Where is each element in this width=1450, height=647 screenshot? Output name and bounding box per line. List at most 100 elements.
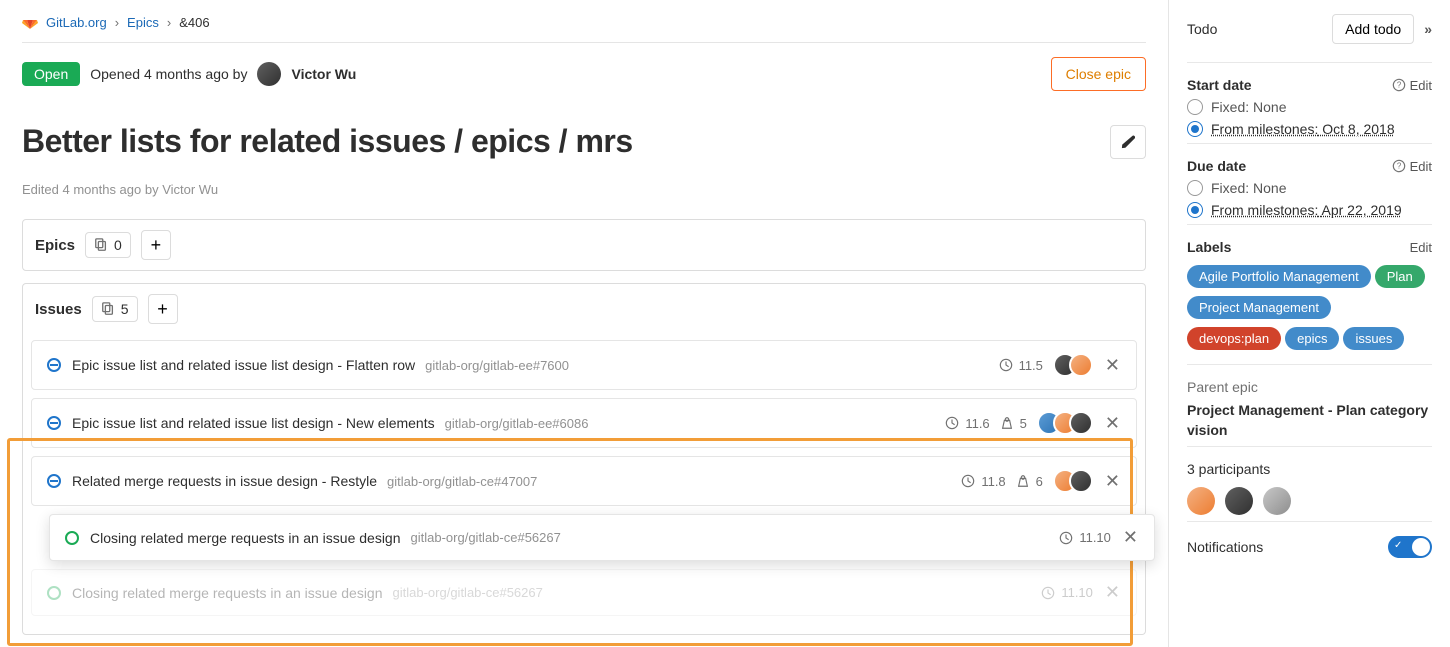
- author-link[interactable]: Victor Wu: [291, 66, 356, 82]
- issue-ref: gitlab-org/gitlab-ce#47007: [387, 474, 537, 489]
- due-date-fixed-radio[interactable]: Fixed: None: [1187, 180, 1432, 196]
- radio-icon: [1187, 180, 1203, 196]
- labels-label: Labels: [1187, 239, 1231, 255]
- notifications-toggle[interactable]: ✓: [1388, 536, 1432, 558]
- close-epic-button[interactable]: Close epic: [1051, 57, 1146, 91]
- participants-label: 3 participants: [1187, 461, 1432, 477]
- milestone: 11.10: [1079, 530, 1111, 545]
- clock-icon: [945, 416, 959, 430]
- todo-label: Todo: [1187, 21, 1217, 37]
- issue-confidential-icon: [46, 473, 62, 489]
- issue-row[interactable]: Related merge requests in issue design -…: [31, 456, 1137, 506]
- parent-epic-label: Parent epic: [1187, 379, 1432, 395]
- issue-open-icon: [46, 585, 62, 601]
- label-pill[interactable]: Project Management: [1187, 296, 1331, 319]
- edit-title-button[interactable]: [1110, 125, 1146, 159]
- due-date-group: Due date ? Edit Fixed: None From milesto…: [1187, 143, 1432, 218]
- milestone: 11.10: [1061, 585, 1093, 600]
- label-pill[interactable]: epics: [1285, 327, 1339, 350]
- issue-row[interactable]: Epic issue list and related issue list d…: [31, 340, 1137, 390]
- epics-count-value: 0: [114, 237, 122, 253]
- svg-text:?: ?: [1396, 81, 1401, 90]
- collapse-sidebar-button[interactable]: »: [1424, 21, 1432, 37]
- milestone: 11.8: [981, 474, 1005, 489]
- label-pill[interactable]: issues: [1343, 327, 1404, 350]
- milestone: 11.5: [1019, 358, 1043, 373]
- assignees[interactable]: [1037, 411, 1093, 435]
- gitlab-icon: [22, 14, 38, 30]
- label-pill[interactable]: devops:plan: [1187, 327, 1281, 350]
- opened-by-text: Opened 4 months ago by: [90, 66, 247, 82]
- epics-panel-title: Epics: [35, 237, 75, 254]
- issues-list: Epic issue list and related issue list d…: [23, 334, 1145, 634]
- clock-icon: [999, 358, 1013, 372]
- issues-count: 5: [92, 296, 138, 322]
- breadcrumb-sep: ›: [167, 15, 171, 30]
- help-icon: ?: [1392, 159, 1406, 173]
- remove-issue-button[interactable]: ✕: [1103, 355, 1122, 376]
- due-date-milestones-radio[interactable]: From milestones: Apr 22, 2019: [1187, 202, 1432, 218]
- labels-list: Agile Portfolio ManagementPlan Project Ma…: [1187, 265, 1432, 358]
- status-badge: Open: [22, 62, 80, 86]
- start-date-milestones-radio[interactable]: From milestones: Oct 8, 2018: [1187, 121, 1432, 137]
- issue-open-icon: [64, 530, 80, 546]
- remove-issue-button[interactable]: ✕: [1103, 471, 1122, 492]
- issue-ref: gitlab-org/gitlab-ee#6086: [445, 416, 589, 431]
- issue-title: Related merge requests in issue design -…: [72, 473, 377, 489]
- radio-icon: [1187, 99, 1203, 115]
- edited-text: Edited 4 months ago by Victor Wu: [22, 160, 1146, 219]
- label-pill[interactable]: Agile Portfolio Management: [1187, 265, 1371, 288]
- issue-confidential-icon: [46, 357, 62, 373]
- remove-issue-button[interactable]: ✕: [1103, 413, 1122, 434]
- add-epic-button[interactable]: +: [141, 230, 171, 260]
- clock-icon: [1059, 531, 1073, 545]
- due-date-edit[interactable]: ? Edit: [1392, 159, 1432, 174]
- milestone: 11.6: [965, 416, 989, 431]
- participant-avatar[interactable]: [1263, 487, 1291, 515]
- assignees[interactable]: [1053, 469, 1093, 493]
- label-pill[interactable]: Plan: [1375, 265, 1425, 288]
- issue-title: Closing related merge requests in an iss…: [72, 585, 383, 601]
- issue-ref: gitlab-org/gitlab-ee#7600: [425, 358, 569, 373]
- participant-avatar[interactable]: [1225, 487, 1253, 515]
- add-issue-button[interactable]: +: [148, 294, 178, 324]
- participants-group: 3 participants: [1187, 446, 1432, 515]
- notifications-label: Notifications: [1187, 539, 1263, 555]
- clock-icon: [1041, 586, 1055, 600]
- help-icon: ?: [1392, 78, 1406, 92]
- breadcrumb-epic-ref: &406: [179, 15, 209, 30]
- start-date-edit[interactable]: ? Edit: [1392, 78, 1432, 93]
- start-date-fixed-radio[interactable]: Fixed: None: [1187, 99, 1432, 115]
- labels-edit[interactable]: Edit: [1410, 240, 1432, 255]
- parent-epic-group: Parent epic Project Management - Plan ca…: [1187, 364, 1432, 440]
- breadcrumb-org[interactable]: GitLab.org: [46, 15, 107, 30]
- issue-title: Epic issue list and related issue list d…: [72, 415, 435, 431]
- radio-icon: [1187, 121, 1203, 137]
- weight: 5: [1020, 416, 1027, 431]
- remove-issue-button[interactable]: ✕: [1121, 527, 1140, 548]
- issue-ref: gitlab-org/gitlab-ce#56267: [393, 585, 543, 600]
- avatar: [1069, 353, 1093, 377]
- issue-confidential-icon: [46, 415, 62, 431]
- issue-row-dragging[interactable]: Closing related merge requests in an iss…: [49, 514, 1155, 561]
- issues-panel-title: Issues: [35, 301, 82, 318]
- svg-text:?: ?: [1396, 162, 1401, 171]
- avatar[interactable]: [257, 62, 281, 86]
- remove-issue-button[interactable]: ✕: [1103, 582, 1122, 603]
- assignees[interactable]: [1053, 353, 1093, 377]
- issues-count-value: 5: [121, 301, 129, 317]
- issue-row[interactable]: Epic issue list and related issue list d…: [31, 398, 1137, 448]
- weight-icon: [1000, 416, 1014, 430]
- start-date-label: Start date: [1187, 77, 1252, 93]
- issue-row-placeholder: Closing related merge requests in an iss…: [31, 569, 1137, 616]
- parent-epic-link[interactable]: Project Management - Plan category visio…: [1187, 401, 1432, 440]
- sidebar: Todo Add todo » Start date ? Edit Fixed:…: [1168, 0, 1450, 647]
- breadcrumb-section[interactable]: Epics: [127, 15, 159, 30]
- epic-header: Open Opened 4 months ago by Victor Wu Cl…: [22, 43, 1146, 105]
- add-todo-button[interactable]: Add todo: [1332, 14, 1414, 44]
- notifications-group: Notifications ✓: [1187, 521, 1432, 558]
- clock-icon: [961, 474, 975, 488]
- participant-avatar[interactable]: [1187, 487, 1215, 515]
- epics-count: 0: [85, 232, 131, 258]
- weight-icon: [1016, 474, 1030, 488]
